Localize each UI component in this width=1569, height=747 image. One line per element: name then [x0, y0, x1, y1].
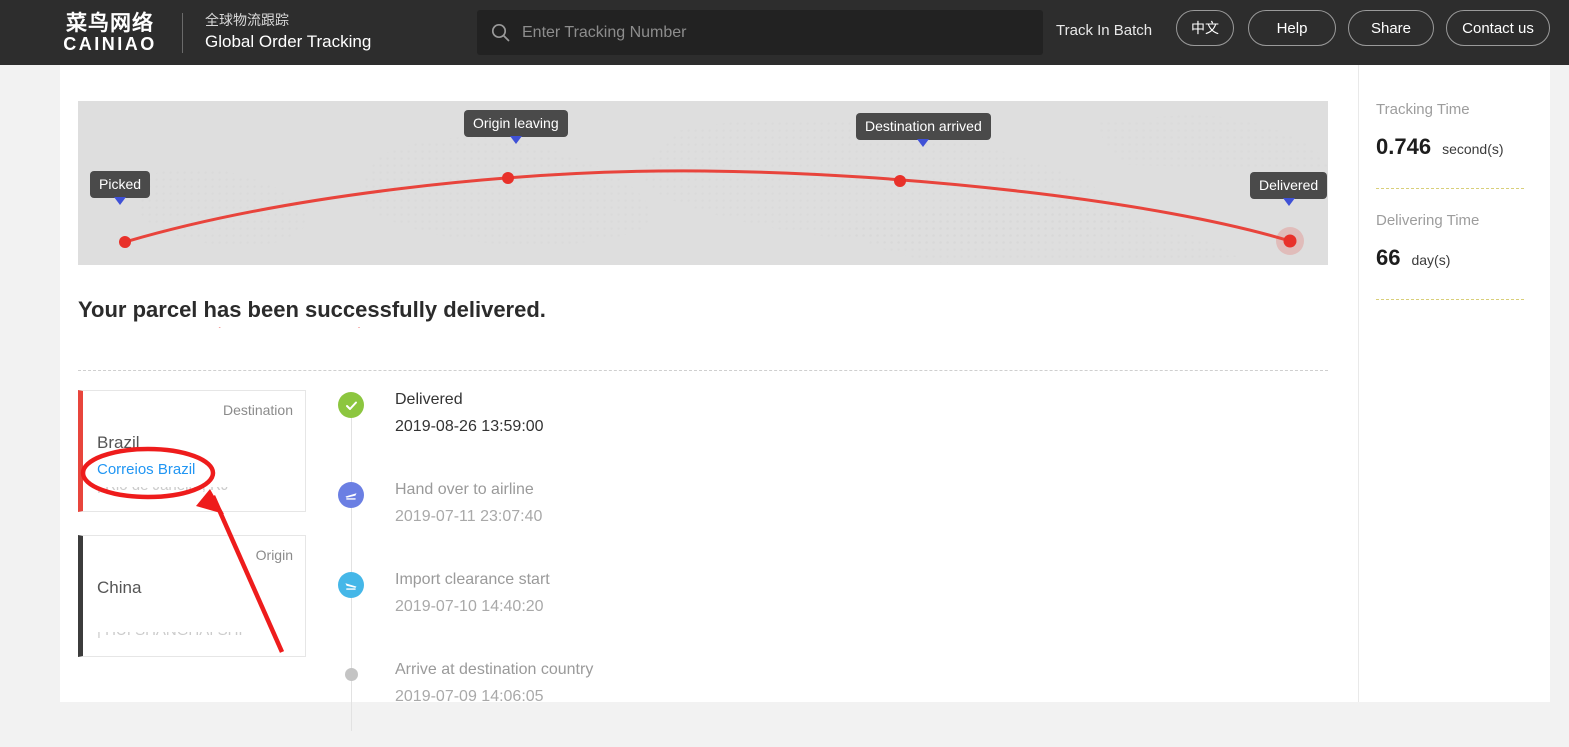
origin-card-label: Origin [255, 547, 293, 563]
status-headline: Your parcel has been successfully delive… [78, 297, 546, 322]
timeline-date: 2019-08-26 13:59:00 [395, 418, 544, 435]
page-body: Picked Origin leaving Destination arrive… [0, 65, 1569, 731]
timeline-title: Arrive at destination country [395, 661, 594, 678]
origin-country: China [97, 578, 142, 597]
timeline-item-import-clearance-start[interactable]: Import clearance start 2019-07-10 14:40:… [335, 567, 935, 657]
tracking-timeline: Delivered 2019-08-26 13:59:00 Hand over … [335, 387, 935, 747]
logo-chinese-text: 菜鸟网络 [66, 10, 154, 35]
timeline-item-delivered[interactable]: Delivered 2019-08-26 13:59:00 [335, 387, 935, 477]
tracking-time-block: Tracking Time 0.746 second(s) [1376, 101, 1524, 189]
destination-carrier-link[interactable]: Correios Brazil [97, 461, 195, 478]
destination-arrived-marker [894, 175, 906, 187]
cainiao-logo[interactable]: 菜鸟网络 CAINIAO [56, 12, 164, 54]
map-tooltip-destination-arrived: Destination arrived [856, 113, 991, 140]
timeline-date: 2019-07-11 23:07:40 [395, 508, 543, 525]
destination-address: | Rio de Janeiro, RJ [97, 487, 228, 494]
route-map[interactable]: Picked Origin leaving Destination arrive… [78, 101, 1328, 265]
tracking-number-clip: LB000000000CN(LB000000000CN) [78, 327, 408, 342]
header-title-english: Global Order Tracking [205, 32, 372, 51]
map-tooltip-origin-leaving: Origin leaving [464, 110, 568, 137]
origin-address-clip: | HUI SHANGHAI SHI [97, 632, 287, 644]
content-sidebar-separator [1358, 65, 1359, 702]
plane-departure-icon [338, 482, 364, 508]
delivered-marker [1283, 234, 1297, 248]
timeline-title: Delivered [395, 391, 463, 408]
search-bar[interactable] [477, 10, 1043, 55]
section-divider [78, 370, 1328, 371]
route-line [119, 169, 1304, 255]
sidebar-divider-1 [1376, 188, 1524, 189]
site-header: 菜鸟网络 CAINIAO 全球物流跟踪 Global Order Trackin… [0, 0, 1569, 65]
header-title-group: 全球物流跟踪 Global Order Tracking [205, 12, 371, 53]
tracking-number: LB000000000CN(LB000000000CN) [78, 327, 364, 329]
check-circle-icon [338, 392, 364, 418]
destination-address-clip: | Rio de Janeiro, RJ [97, 487, 287, 499]
map-tooltip-picked: Picked [90, 171, 151, 198]
tracking-time-label: Tracking Time [1376, 101, 1470, 118]
timeline-date: 2019-07-09 14:06:05 [395, 688, 544, 705]
tracking-time-value: 0.746 [1376, 134, 1432, 159]
tracking-time-unit: second(s) [1442, 141, 1504, 157]
delivering-time-unit: day(s) [1411, 252, 1451, 268]
timeline-item-hand-over-to-airline[interactable]: Hand over to airline 2019-07-11 23:07:40 [335, 477, 935, 567]
timeline-item-arrive-at-destination-country[interactable]: Arrive at destination country 2019-07-09… [335, 657, 935, 747]
destination-card-label: Destination [222, 402, 293, 418]
timeline-title: Import clearance start [395, 571, 550, 588]
origin-address: | HUI SHANGHAI SHI [97, 632, 243, 639]
search-icon [491, 23, 510, 42]
sidebar-divider-2 [1376, 299, 1524, 300]
share-button[interactable]: Share [1348, 10, 1434, 46]
origin-leaving-marker [502, 172, 514, 184]
contact-us-button[interactable]: Contact us [1446, 10, 1550, 46]
track-in-batch-link[interactable]: Track In Batch [1056, 22, 1152, 39]
search-input[interactable] [520, 22, 1043, 43]
origin-card[interactable]: Origin China | HUI SHANGHAI SHI [78, 535, 306, 657]
plane-arrival-icon [338, 572, 364, 598]
dot-icon [345, 668, 358, 681]
timeline-date: 2019-07-10 14:40:20 [395, 598, 544, 615]
picked-marker [119, 236, 131, 248]
timeline-title: Hand over to airline [395, 481, 534, 498]
right-gutter [1550, 65, 1569, 702]
destination-country: Brazil [97, 433, 140, 452]
language-button[interactable]: 中文 [1176, 10, 1234, 46]
destination-card[interactable]: Destination Brazil Correios Brazil | Rio… [78, 390, 306, 512]
delivering-time-value: 66 [1376, 245, 1401, 270]
delivering-time-label: Delivering Time [1376, 212, 1480, 229]
map-tooltip-delivered: Delivered [1250, 172, 1328, 199]
delivering-time-block: Delivering Time 66 day(s) [1376, 212, 1524, 300]
header-divider [182, 12, 183, 53]
logo-english-text: CAINIAO [63, 33, 157, 54]
help-button[interactable]: Help [1248, 10, 1336, 46]
left-gutter [0, 65, 60, 702]
header-title-chinese: 全球物流跟踪 [205, 13, 289, 29]
content-area: Picked Origin leaving Destination arrive… [60, 65, 1550, 731]
